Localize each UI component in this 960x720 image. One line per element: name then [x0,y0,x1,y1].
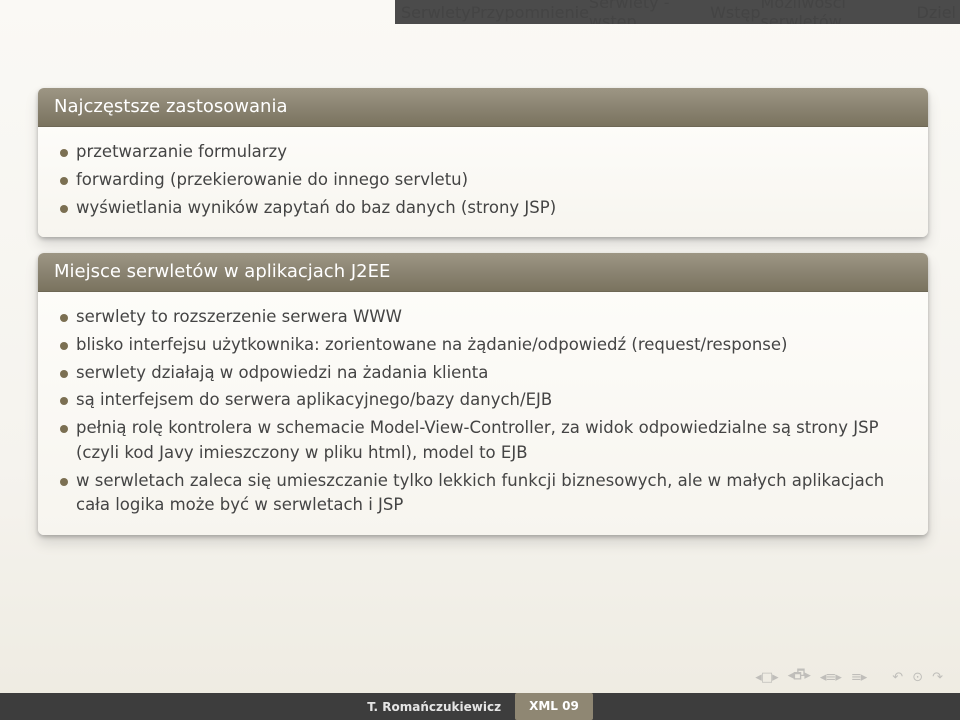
nav-forward-icon[interactable]: ↷ [932,670,942,685]
nav-item-dziel[interactable]: Dziel [917,3,956,22]
nav-item-wstep[interactable]: Wstęp [710,3,760,22]
nav-back-icon[interactable]: ↶ [892,670,902,685]
block-zastosowania: Najczęstsze zastosowania przetwarzanie f… [38,88,928,237]
list-item: w serwletach zaleca się umieszczanie tyl… [54,469,912,519]
list-item: wyświetlania wyników zapytań do baz dany… [54,196,912,221]
block-title: Miejsce serwletów w aplikacjach J2EE [38,253,928,292]
nav-item-serwlety-wstep[interactable]: Serwlety - wstęp [589,0,710,24]
list-item: serwlety działają w odpowiedzi na żadani… [54,361,912,386]
nav-nextsec-icon[interactable]: ◂≡▸ [820,670,841,685]
list-item: przetwarzanie formularzy [54,140,912,165]
list-item: serwlety to rozszerzenie serwera WWW [54,305,912,330]
nav-search-icon[interactable]: ⊙ [912,670,922,685]
list-item: blisko interfejsu użytkownika: zorientow… [54,333,912,358]
nav-prev-icon[interactable]: ◂🗗▸ [788,666,810,688]
block-body: przetwarzanie formularzy forwarding (prz… [38,127,928,237]
footer-author: T. Romańczukiewicz [367,700,501,714]
footer: T. Romańczukiewicz XML 09 [0,693,960,720]
block-title: Najczęstsze zastosowania [38,88,928,127]
nav-first-icon[interactable]: ◂□▸ [755,670,777,685]
list-item: forwarding (przekierowanie do innego ser… [54,168,912,193]
list-item: pełnią rolę kontrolera w schemacie Model… [54,416,912,466]
block-body: serwlety to rozszerzenie serwera WWW bli… [38,292,928,535]
footer-title-badge: XML 09 [515,693,593,720]
nav-next-icon[interactable]: ≡▸ [851,670,866,685]
slide-nav-controls: ◂□▸ ◂🗗▸ ◂≡▸ ≡▸ ↶ ⊙ ↷ [755,666,942,688]
block-miejsce-serwletow: Miejsce serwletów w aplikacjach J2EE ser… [38,253,928,535]
nav-item-mozliwosci[interactable]: Możliwości serwletów [761,0,917,24]
nav-item-serwlety[interactable]: Serwlety [401,3,471,22]
nav-item-przypomnienie[interactable]: Przypomnienie [471,3,589,22]
list-item: są interfejsem do serwera aplikacyjnego/… [54,388,912,413]
top-navigation: Serwlety Przypomnienie Serwlety - wstęp … [395,0,960,24]
